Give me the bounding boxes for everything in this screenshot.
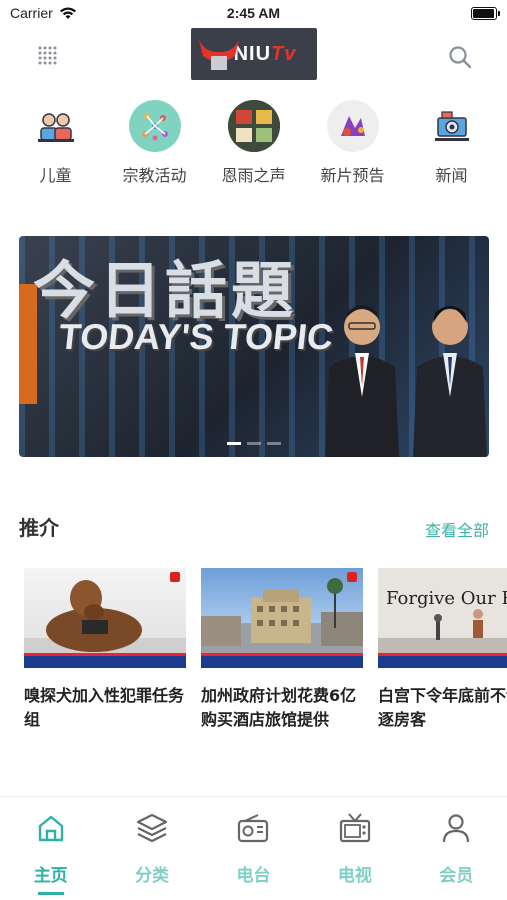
category-kids[interactable]: 儿童 (8, 100, 104, 186)
status-bar: Carrier 2:45 AM (0, 0, 507, 28)
featured-banner[interactable]: 今日話題 TODAY'S TOPIC (19, 236, 489, 457)
app-logo[interactable]: NIUTv (191, 28, 317, 80)
pager-dot[interactable] (267, 442, 281, 445)
news-thumbnail (201, 568, 363, 668)
logo-text: NIUTv (233, 42, 297, 65)
logo-mark-icon (199, 40, 239, 70)
category-label: 宗教活动 (122, 166, 187, 185)
category-religion[interactable]: 宗教活动 (107, 100, 203, 186)
pager-dot[interactable] (227, 442, 241, 445)
app-header: NIUTv (0, 28, 507, 84)
tab-radio[interactable]: 电台 (203, 797, 303, 900)
active-indicator (37, 892, 64, 895)
tab-categories[interactable]: 分类 (102, 797, 202, 900)
tab-member[interactable]: 会员 (406, 797, 506, 900)
recommend-header: 推介 查看全部 (19, 512, 489, 542)
pager-dot[interactable] (247, 442, 261, 445)
banner-pager (19, 442, 489, 445)
news-card[interactable]: 加州政府计划花费6亿购买酒店旅馆提供 (201, 568, 363, 734)
tab-label: 会员 (439, 866, 474, 886)
battery-icon (471, 7, 500, 20)
tab-label: 主页 (33, 866, 68, 886)
radio-icon (238, 814, 269, 843)
news-card[interactable]: 嗅探犬加入性犯罪任务组 (24, 568, 186, 734)
tab-label: 电视 (337, 866, 372, 886)
tab-label: 分类 (135, 866, 170, 886)
news-title: 白宫下令年底前不许驱逐房客 (378, 686, 507, 729)
tab-label: 电台 (236, 866, 271, 886)
category-label: 新片预告 (320, 166, 385, 185)
search-icon[interactable] (447, 44, 473, 70)
home-icon (38, 815, 63, 842)
kids-icon (30, 100, 82, 152)
trailer-icon (326, 100, 379, 152)
religion-icon (128, 100, 181, 152)
category-grace-voice[interactable]: 恩雨之声 (206, 100, 302, 186)
user-icon (443, 814, 470, 843)
news-thumbnail (24, 568, 186, 668)
recommend-list: 嗅探犬加入性犯罪任务组 加州政府计划花费6亿购买酒店旅馆提供 Forgive O… (24, 568, 507, 748)
news-title: 加州政府计划花费6亿购买酒店旅馆提供 (201, 686, 357, 729)
bottom-tab-bar: 主页 分类 电台 电视 会员 (0, 796, 507, 900)
category-row: 儿童 宗教活动 恩雨之声 新片预告 新闻 (0, 100, 507, 186)
category-label: 恩雨之声 (221, 166, 286, 185)
category-news[interactable]: 新闻 (404, 100, 500, 186)
tab-tv[interactable]: 电视 (305, 797, 405, 900)
tab-home[interactable]: 主页 (1, 797, 101, 900)
news-title: 嗅探犬加入性犯罪任务组 (24, 686, 185, 729)
category-label: 儿童 (39, 166, 72, 185)
layers-icon (136, 813, 168, 843)
section-title: 推介 (19, 516, 59, 540)
grace-voice-icon (227, 100, 280, 152)
news-thumbnail: Forgive Our Re (378, 568, 507, 668)
category-trailer[interactable]: 新片预告 (305, 100, 401, 186)
dots-grid-icon[interactable] (34, 42, 62, 70)
tv-icon (339, 813, 370, 843)
news-card[interactable]: Forgive Our Re 白宫下令年底前不许驱逐房客 (378, 568, 507, 734)
banner-title-en: TODAY'S TOPIC (56, 316, 336, 357)
host-image (325, 305, 399, 457)
clock: 2:45 AM (226, 5, 281, 21)
view-all-link[interactable]: 查看全部 (425, 517, 489, 541)
news-icon (426, 100, 478, 152)
host-image (413, 306, 487, 457)
category-label: 新闻 (435, 166, 468, 185)
